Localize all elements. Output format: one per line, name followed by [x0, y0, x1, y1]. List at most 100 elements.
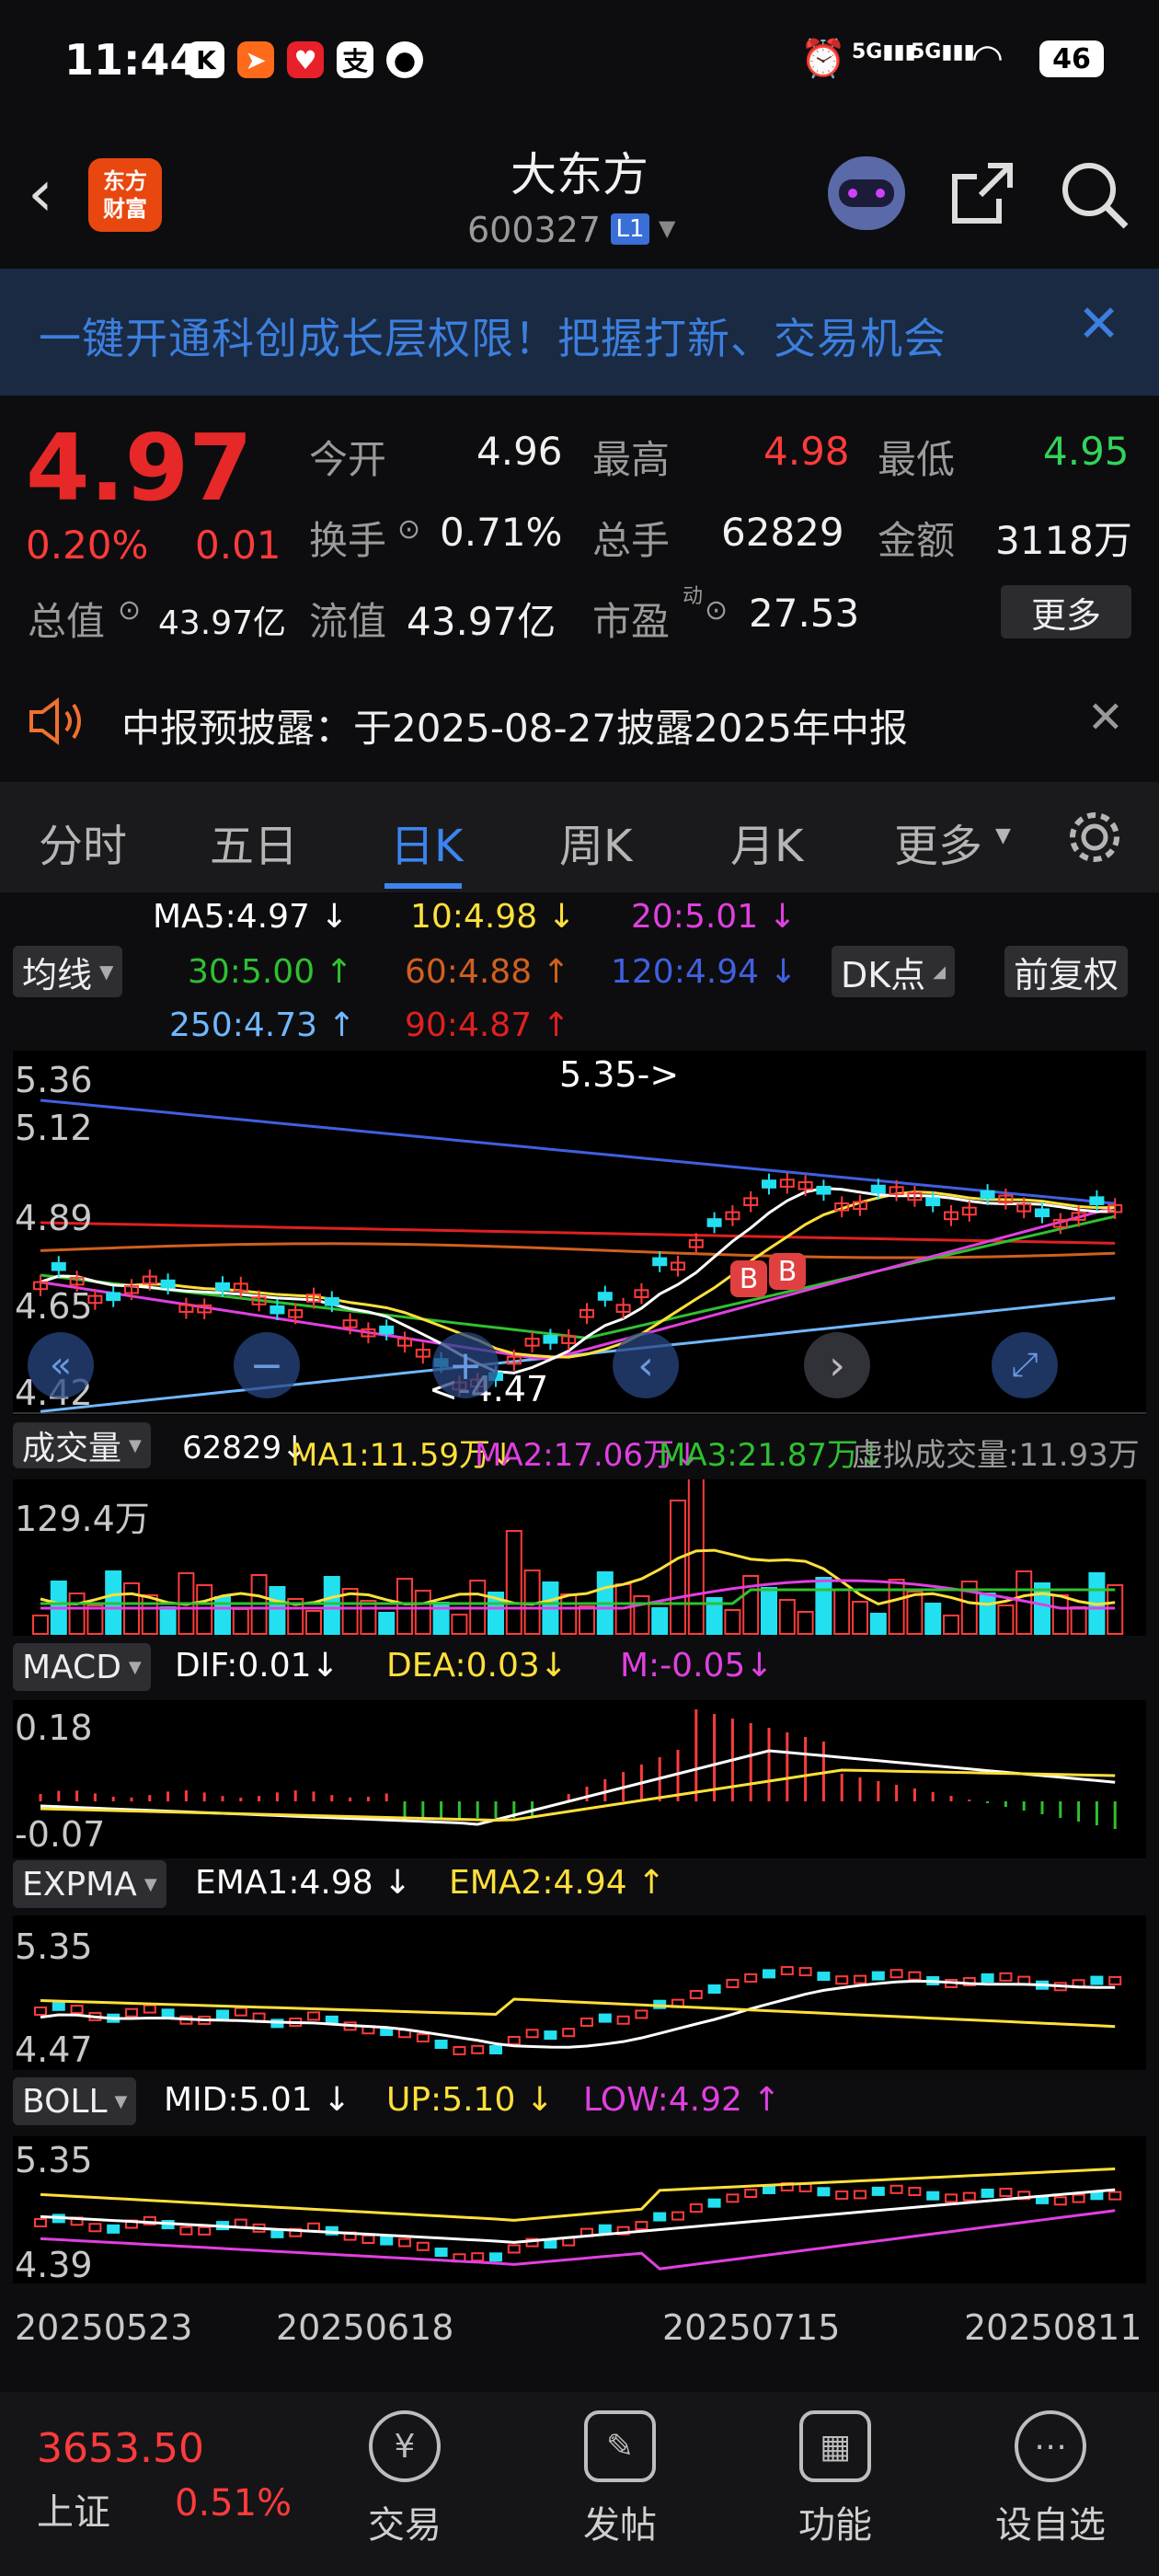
- tab-five-day[interactable]: 五日: [210, 810, 298, 874]
- info-icon[interactable]: ⊙: [118, 594, 141, 627]
- expma-ema2: EMA2:4.94 ↑: [449, 1864, 666, 1902]
- macd-selector[interactable]: MACD ▼: [13, 1643, 151, 1691]
- scroll-left-icon[interactable]: ‹: [613, 1332, 679, 1398]
- candle-body: [270, 1305, 285, 1315]
- volume-bar: [378, 1612, 396, 1635]
- share-icon[interactable]: [947, 158, 1017, 228]
- buy-marker[interactable]: B: [730, 1260, 767, 1297]
- zoom-out-icon[interactable]: −: [234, 1332, 300, 1398]
- level-badge[interactable]: L1: [611, 213, 649, 245]
- volume-bar: [560, 1593, 578, 1635]
- fullscreen-icon[interactable]: ⤢: [992, 1332, 1058, 1398]
- buy-marker[interactable]: B: [769, 1253, 806, 1290]
- volume-bar: [724, 1609, 741, 1635]
- candle-body: [707, 1984, 721, 1994]
- axis-label: 5.35: [15, 1926, 93, 1967]
- location-icon: ●: [386, 41, 423, 78]
- axis-label: 4.89: [15, 1198, 93, 1238]
- expma-selector[interactable]: EXPMA ▼: [13, 1860, 166, 1908]
- promo-banner[interactable]: 一键开通科创成长层权限！把握打新、交易机会 ✕: [0, 269, 1159, 396]
- candle-body: [616, 2015, 630, 2025]
- ma90-line: [40, 1221, 1116, 1245]
- candle-body: [999, 1972, 1013, 1982]
- volume-bar: [633, 1595, 650, 1635]
- candle-body: [854, 2190, 866, 2200]
- volume-bar: [869, 1613, 887, 1635]
- volume-panel[interactable]: 129.4万: [13, 1456, 1146, 1636]
- chevron-down-icon[interactable]: ▼: [995, 824, 1011, 847]
- macd-m: M:-0.05↓: [620, 1647, 774, 1685]
- candle-body: [1035, 1208, 1050, 1218]
- tab-more[interactable]: 更多: [894, 810, 982, 874]
- close-icon[interactable]: ✕: [1077, 294, 1120, 354]
- trade-icon: ¥: [369, 2410, 441, 2482]
- zoom-in-icon[interactable]: +: [432, 1332, 499, 1398]
- dk-point-button[interactable]: DK点 ◢: [832, 946, 956, 997]
- more-button[interactable]: 更多: [1001, 585, 1131, 638]
- nav-watchlist[interactable]: ⋯ 设自选: [977, 2410, 1124, 2548]
- macd-panel[interactable]: 0.18 -0.07: [13, 1700, 1146, 1858]
- nav-functions[interactable]: ▦ 功能: [762, 2410, 909, 2548]
- dk-label: DK点: [841, 954, 926, 995]
- candle-body: [981, 2188, 994, 2198]
- tab-daily-k[interactable]: 日K: [390, 810, 463, 874]
- volume-selector[interactable]: 成交量 ▼: [13, 1422, 151, 1468]
- index-pct[interactable]: 0.51%: [175, 2482, 292, 2524]
- notice-text[interactable]: 中报预披露：于2025-08-27披露2025年中报: [121, 697, 908, 753]
- volume-bar: [159, 1606, 177, 1635]
- volume-bar: [761, 1587, 777, 1635]
- volume-bar: [979, 1593, 996, 1635]
- scroll-right-icon[interactable]: ›: [804, 1332, 870, 1398]
- amount-value: 3118万: [995, 518, 1132, 563]
- nav-watchlist-label: 设自选: [995, 2504, 1106, 2547]
- candle-body: [1090, 1975, 1104, 1985]
- candle-body: [434, 2248, 448, 2258]
- tab-monthly-k[interactable]: 月K: [730, 810, 803, 874]
- volume-bar: [451, 1614, 468, 1635]
- volume-bar: [797, 1611, 814, 1635]
- volume-bar: [68, 1593, 86, 1635]
- notice-bar[interactable]: 中报预披露：于2025-08-27披露2025年中报 ✕: [0, 672, 1159, 773]
- info-icon[interactable]: ⊙: [397, 513, 420, 546]
- candle-body: [215, 1282, 230, 1292]
- axis-label: 0.18: [15, 1708, 93, 1748]
- chevron-down-icon[interactable]: ▼: [659, 215, 675, 241]
- candle-body: [544, 2239, 557, 2249]
- info-icon[interactable]: ⊙: [705, 594, 728, 627]
- candle-body: [380, 2236, 394, 2246]
- candle-body: [726, 1979, 740, 1988]
- tab-weekly-k[interactable]: 周K: [559, 810, 632, 874]
- kline-chart[interactable]: [13, 1051, 1146, 1415]
- index-value[interactable]: 3653.50: [37, 2425, 204, 2472]
- ma-selector[interactable]: 均线 ▼: [13, 946, 123, 997]
- candle-body: [51, 1261, 66, 1271]
- candle-body: [707, 2198, 721, 2208]
- boll-panel[interactable]: 5.35 4.39: [13, 2136, 1146, 2285]
- kline-panel[interactable]: 5.36 5.12 4.89 4.65 4.42 5.35-> <-4.47 B…: [13, 1051, 1146, 1415]
- robot-assistant-icon[interactable]: [828, 156, 905, 230]
- gear-icon[interactable]: [1063, 806, 1126, 868]
- signal-5g-icon: 5G▮▮▮: [852, 40, 916, 63]
- index-name[interactable]: 上证: [37, 2482, 110, 2536]
- volume-value: 62829: [721, 510, 844, 555]
- volume-bar: [396, 1578, 413, 1635]
- expma-panel[interactable]: 5.35 4.47: [13, 1915, 1146, 2070]
- candle-body: [489, 2044, 502, 2054]
- close-icon[interactable]: ✕: [1087, 692, 1124, 743]
- nav-post[interactable]: ✎ 发帖: [546, 2410, 694, 2548]
- expma-ema1: EMA1:4.98 ↓: [195, 1864, 412, 1902]
- candle-body: [854, 1974, 866, 1984]
- ma30-line: [40, 1214, 1116, 1340]
- banner-text[interactable]: 一键开通科创成长层权限！把握打新、交易机会: [39, 305, 947, 366]
- battery-icon: 46: [1039, 40, 1104, 77]
- tab-intraday[interactable]: 分时: [39, 810, 127, 874]
- adjust-button[interactable]: 前复权: [1004, 946, 1129, 997]
- scroll-left-fast-icon[interactable]: «: [28, 1332, 94, 1398]
- boll-selector[interactable]: BOLL ▼: [13, 2077, 137, 2125]
- nav-trade[interactable]: ¥ 交易: [331, 2410, 478, 2548]
- candle-body: [471, 2252, 485, 2262]
- search-icon[interactable]: [1058, 158, 1131, 232]
- volume-bar: [833, 1589, 851, 1635]
- low-value: 4.95: [1043, 429, 1130, 474]
- volume-ma1-line: [40, 1548, 1116, 1606]
